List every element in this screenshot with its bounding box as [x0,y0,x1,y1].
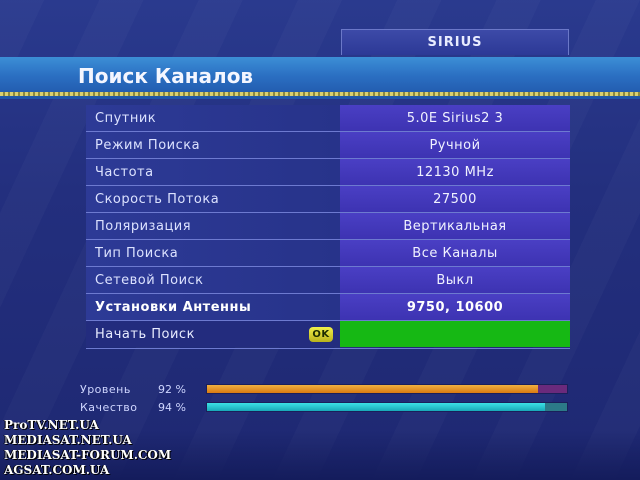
menu-row-label: Спутник [86,105,340,131]
menu-row-symbol-rate[interactable]: Скорость Потока 27500 [86,186,570,213]
menu-row-label: Частота [86,159,340,185]
signal-level-value: 92 % [158,382,186,396]
menu-row-search-mode[interactable]: Режим Поиска Ручной [86,132,570,159]
start-search-button[interactable]: Начать Поиск OK [86,321,570,349]
watermark-line: MEDIASAT-FORUM.COM [4,448,172,462]
menu-row-label: Поляризация [86,213,340,239]
menu-row-value: Ручной [340,132,570,158]
menu-row-value: Вертикальная [340,213,570,239]
menu-row-value: 12130 MHz [340,159,570,185]
channel-search-screen: SIRIUS Поиск Каналов Спутник 5.0E Sirius… [0,0,640,480]
watermark-line: ProTV.NET.UA [4,418,99,432]
start-search-highlight [340,321,570,347]
menu-row-label: Установки Антенны [86,294,340,320]
search-settings-menu: Спутник 5.0E Sirius2 3 Режим Поиска Ручн… [86,105,570,349]
menu-row-value: 5.0E Sirius2 3 [340,105,570,131]
menu-row-search-type[interactable]: Тип Поиска Все Каналы [86,240,570,267]
page-title: Поиск Каналов [78,64,254,88]
watermark-line: AGSAT.COM.UA [4,463,110,477]
signal-quality-fill [207,403,546,411]
menu-row-label: Тип Поиска [86,240,340,266]
menu-row-polarization[interactable]: Поляризация Вертикальная [86,213,570,240]
menu-row-satellite[interactable]: Спутник 5.0E Sirius2 3 [86,105,570,132]
title-stripe [0,92,640,96]
signal-level-fill [207,385,539,393]
signal-level-bar [206,384,568,394]
menu-row-value: Все Каналы [340,240,570,266]
watermark-line: MEDIASAT.NET.UA [4,433,132,447]
watermark: ProTV.NET.UA MEDIASAT.NET.UA MEDIASAT-FO… [4,418,171,478]
signal-quality-meter: Качество 94 % [80,400,570,414]
start-search-label-cell: Начать Поиск OK [86,321,340,347]
menu-row-value: 27500 [340,186,570,212]
menu-row-label: Сетевой Поиск [86,267,340,293]
signal-level-meter: Уровень 92 % [80,382,570,396]
menu-row-label: Скорость Потока [86,186,340,212]
menu-row-value: Выкл [340,267,570,293]
satellite-tab[interactable]: SIRIUS [341,29,569,55]
menu-row-value: 9750, 10600 [340,294,570,320]
signal-quality-value: 94 % [158,400,186,414]
signal-quality-bar [206,402,568,412]
signal-level-label: Уровень [80,382,131,396]
signal-quality-label: Качество [80,400,138,414]
menu-row-frequency[interactable]: Частота 12130 MHz [86,159,570,186]
menu-row-antenna-settings[interactable]: Установки Антенны 9750, 10600 [86,294,570,321]
menu-row-label: Режим Поиска [86,132,340,158]
menu-row-network-search[interactable]: Сетевой Поиск Выкл [86,267,570,294]
ok-key-icon: OK [309,326,333,342]
start-search-label: Начать Поиск [95,326,195,342]
